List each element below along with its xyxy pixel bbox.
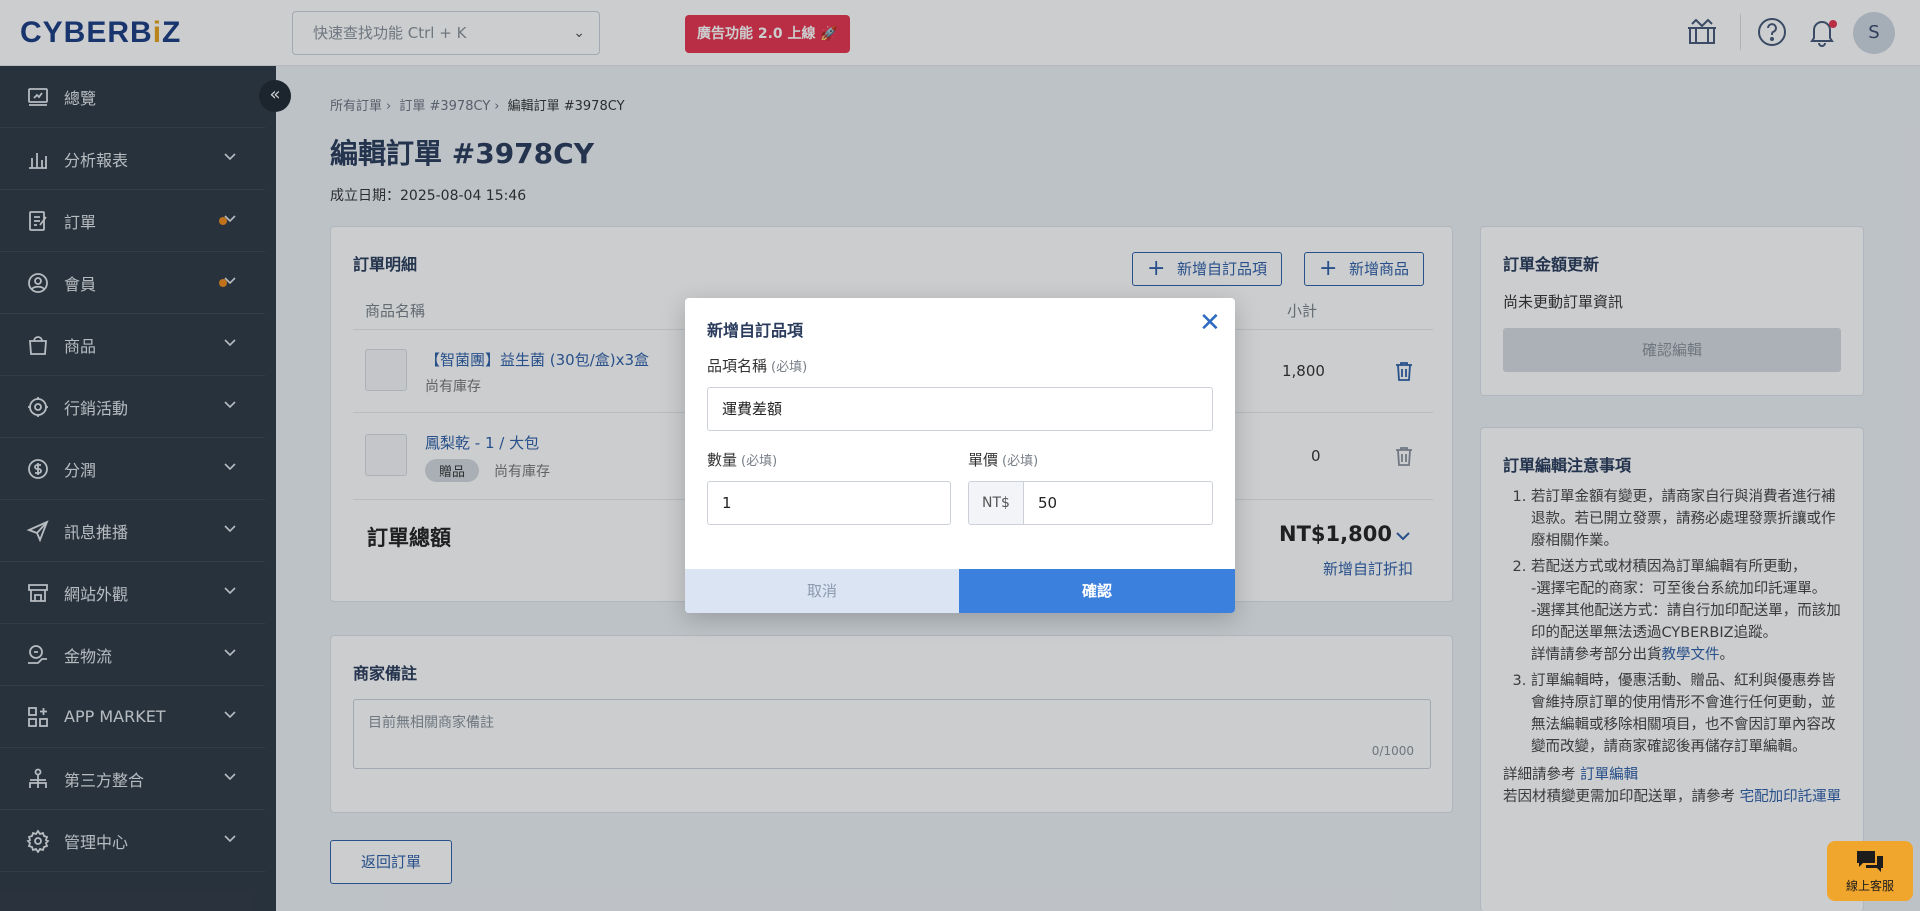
currency-prefix: NT$: [968, 481, 1024, 525]
confirm-button[interactable]: 確認: [959, 569, 1235, 613]
live-chat-button[interactable]: 線上客服: [1827, 841, 1913, 901]
quantity-label: 數量 (必填): [707, 451, 778, 469]
chat-label: 線上客服: [1845, 879, 1894, 893]
item-name-input[interactable]: 運費差額: [707, 387, 1213, 431]
item-name-label: 品項名稱 (必填): [707, 357, 808, 375]
close-icon[interactable]: ✕: [1199, 310, 1221, 336]
quantity-input[interactable]: 1: [707, 481, 951, 525]
cancel-button[interactable]: 取消: [685, 569, 959, 613]
chat-bubble-icon: [1857, 851, 1883, 872]
unit-price-input[interactable]: 50: [1023, 481, 1213, 525]
unit-price-label: 單價 (必填): [968, 451, 1039, 469]
add-custom-item-modal: 新增自訂品項 ✕ 品項名稱 (必填) 運費差額 數量 (必填) 1 單價 (必填) N…: [685, 298, 1235, 613]
modal-title: 新增自訂品項: [707, 321, 804, 340]
